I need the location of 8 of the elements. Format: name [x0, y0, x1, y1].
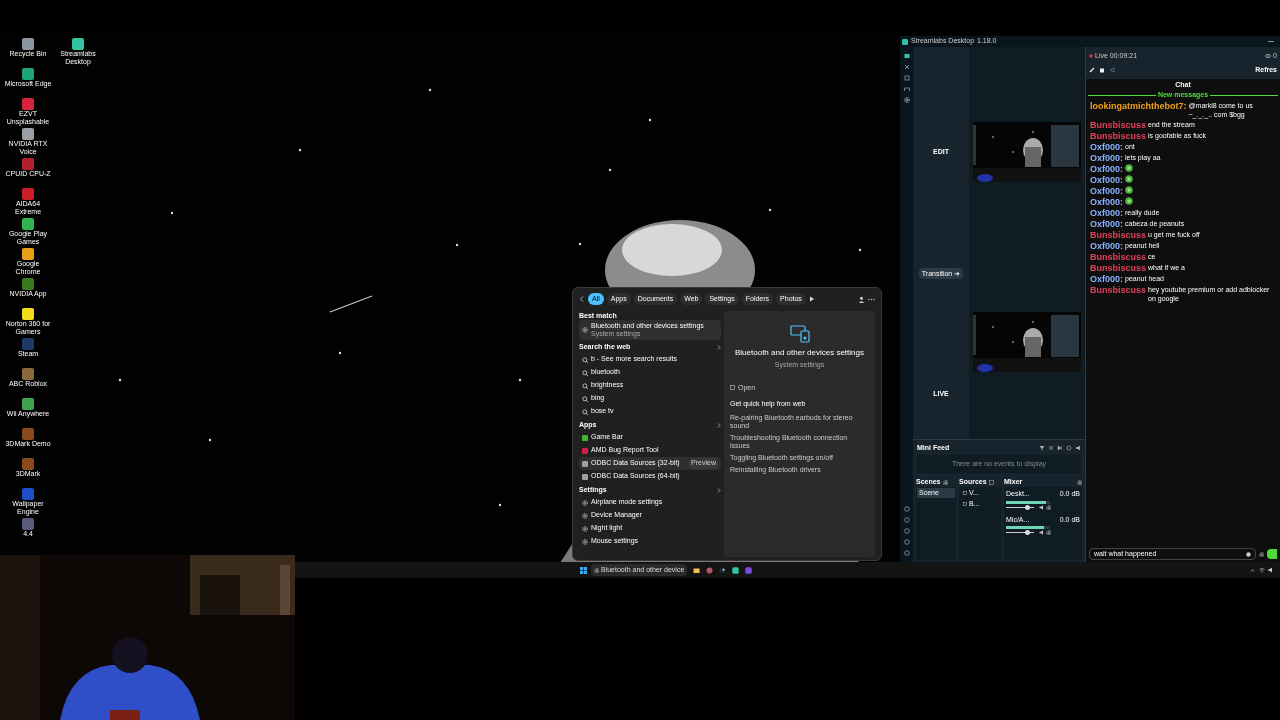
gear-icon: [594, 567, 599, 573]
caret-up-icon[interactable]: [1250, 567, 1255, 573]
browser-icon[interactable]: [706, 566, 714, 574]
windows-start-icon[interactable]: [580, 566, 587, 574]
volume-icon[interactable]: [1268, 567, 1274, 573]
steam-icon[interactable]: [719, 566, 727, 574]
folder-icon[interactable]: [693, 566, 701, 574]
wifi-icon[interactable]: [1259, 567, 1265, 573]
